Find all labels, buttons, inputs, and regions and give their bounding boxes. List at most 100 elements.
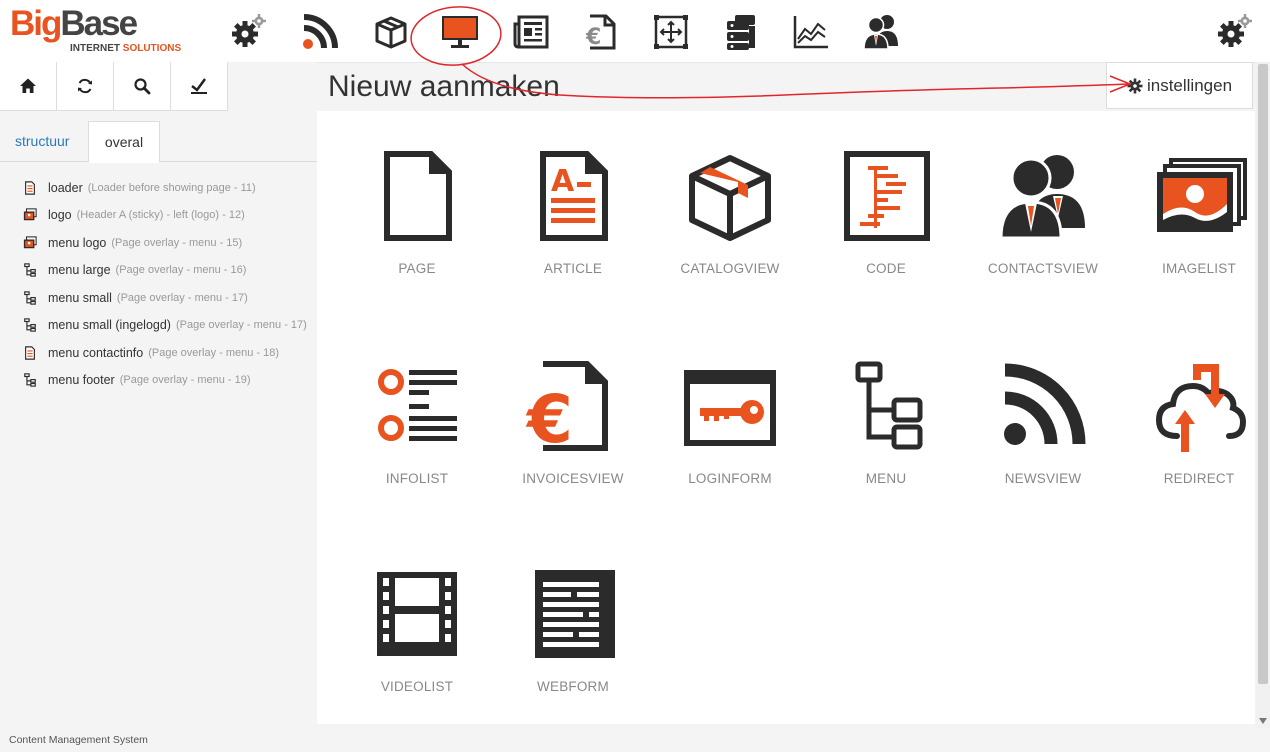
tile-label: IMAGELIST: [1162, 261, 1236, 276]
tree-item[interactable]: menu small (Page overlay - menu - 17): [22, 284, 307, 312]
tile-webform[interactable]: WEBFORM: [495, 529, 635, 699]
tree-item-name: menu large: [48, 263, 111, 278]
tree-item-description: (Page overlay - menu - 16): [115, 264, 247, 277]
monitor-icon[interactable]: [438, 10, 482, 54]
scrollbar-thumb[interactable]: [1258, 64, 1268, 684]
rss-icon[interactable]: [298, 10, 342, 54]
gear-icon: [1127, 78, 1143, 93]
tree-item-name: menu small (ingelogd): [48, 318, 171, 333]
server-icon[interactable]: [719, 10, 763, 54]
tree-tabs: structuur overal: [0, 121, 317, 163]
tile-contactsview[interactable]: CONTACTSVIEW: [965, 111, 1105, 281]
tree-item-description: (Page overlay - menu - 15): [111, 236, 243, 249]
refresh-button[interactable]: [57, 62, 114, 111]
tile-redirect[interactable]: REDIRECT: [1121, 321, 1261, 491]
tile-label: INFOLIST: [385, 471, 449, 486]
search-icon: [134, 78, 151, 95]
tree-item-description: (Page overlay - menu - 19): [119, 374, 251, 387]
footer-text: Content Management System: [9, 734, 148, 746]
svg-text:€: €: [585, 25, 601, 50]
tile-label: INVOICESVIEW: [522, 471, 624, 486]
resize-icon[interactable]: [649, 10, 693, 54]
tile-code[interactable]: CODE: [808, 111, 948, 281]
euro-document-icon[interactable]: €: [578, 10, 622, 54]
tile-videolist[interactable]: VIDEOLIST: [339, 529, 479, 699]
tile-label: WEBFORM: [537, 679, 609, 694]
tree-item[interactable]: menu small (ingelogd) (Page overlay - men…: [22, 312, 307, 340]
cloud-redirect-icon: [1155, 364, 1247, 452]
box-icon[interactable]: [369, 10, 413, 54]
tile-loginform[interactable]: LOGINFORM: [652, 321, 792, 491]
menu-icon: [22, 317, 38, 333]
article-icon: A: [540, 151, 608, 241]
tile-label: CATALOGVIEW: [680, 261, 780, 276]
contacts-icon: [999, 155, 1085, 240]
home-icon: [20, 78, 36, 93]
menu-icon: [22, 290, 38, 306]
tile-label: VIDEOLIST: [380, 679, 454, 694]
tile-page[interactable]: PAGE: [339, 111, 479, 281]
tree-list: loader (Loader before showing page - 11) l…: [22, 174, 307, 394]
tile-newsview[interactable]: NEWSVIEW: [965, 321, 1105, 491]
tile-infolist[interactable]: INFOLIST: [339, 321, 479, 491]
scrollbar[interactable]: [1256, 62, 1270, 728]
tree-item-description: (Header A (sticky) - left (logo) - 12): [76, 209, 245, 222]
refresh-icon: [78, 78, 92, 94]
tile-label: CODE: [866, 261, 906, 276]
logo-tagline: INTERNET SOLUTIONS: [70, 43, 182, 54]
tree-item[interactable]: menu large (Page overlay - menu - 16): [22, 257, 307, 285]
left-panel: structuur overal loader (Loader before sh…: [0, 62, 317, 728]
gear-icon[interactable]: [226, 10, 270, 54]
menu-icon: [22, 372, 38, 388]
svg-text:€: €: [525, 381, 573, 456]
logo-wordmark: BigBase: [10, 4, 138, 43]
key-icon: [684, 370, 776, 446]
check-button[interactable]: [171, 62, 228, 111]
search-button[interactable]: [114, 62, 171, 111]
check-icon: [191, 78, 207, 94]
bigbase-logo[interactable]: BigBase INTERNET SOLUTIONS: [10, 4, 181, 56]
page-icon: [384, 151, 452, 241]
article-icon: [22, 345, 38, 361]
tree-item-name: menu logo: [48, 235, 107, 250]
tree-item[interactable]: menu logo (Page overlay - menu - 15): [22, 229, 307, 257]
left-toolbar: [0, 62, 228, 111]
tree-item-name: logo: [48, 208, 72, 223]
create-new-panel: PAGE A ARTICLE CATALOGVIEW CODE CONTACTS…: [317, 111, 1255, 724]
invoice-icon: €: [525, 361, 608, 456]
tree-item-name: menu footer: [48, 373, 115, 388]
tree-item[interactable]: menu footer (Page overlay - menu - 19): [22, 367, 307, 395]
newspaper-icon[interactable]: [509, 10, 553, 54]
settings-gear-icon[interactable]: [1212, 10, 1256, 54]
tile-label: PAGE: [398, 261, 436, 276]
tree-item[interactable]: logo (Header A (sticky) - left (logo) - 1…: [22, 202, 307, 230]
tile-label: LOGINFORM: [688, 471, 772, 486]
code-icon: [844, 151, 930, 241]
imagelist-icon: [22, 235, 38, 251]
tab-structuur[interactable]: structuur: [15, 121, 69, 161]
tree-item-description: (Page overlay - menu - 17): [116, 291, 248, 304]
tree-item[interactable]: menu contactinfo (Page overlay - menu - 1…: [22, 339, 307, 367]
tile-menu[interactable]: MENU: [808, 321, 948, 491]
settings-label: instellingen: [1146, 75, 1233, 95]
svg-text:A: A: [551, 164, 575, 199]
tree-item-description: (Page overlay - menu - 18): [148, 346, 280, 359]
line-chart-icon[interactable]: [789, 10, 833, 54]
tile-invoicesview[interactable]: € INVOICESVIEW: [495, 321, 635, 491]
tile-catalogview[interactable]: CATALOGVIEW: [652, 111, 792, 281]
tree-item-description: (Page overlay - menu - 17): [175, 319, 307, 332]
webform-icon: [535, 570, 615, 658]
tree-item[interactable]: loader (Loader before showing page - 11): [22, 174, 307, 202]
imagelist-icon: [1157, 158, 1247, 232]
scroll-down-arrow-icon[interactable]: [1259, 718, 1267, 724]
tab-overal[interactable]: overal: [88, 121, 160, 163]
menu-tree-icon: [855, 361, 923, 450]
tile-imagelist[interactable]: IMAGELIST: [1121, 111, 1261, 281]
users-icon[interactable]: [859, 10, 903, 54]
home-button[interactable]: [0, 62, 57, 111]
tile-article[interactable]: A ARTICLE: [495, 111, 635, 281]
page-title: Nieuw aanmaken: [328, 70, 560, 103]
settings-button[interactable]: instellingen: [1106, 62, 1253, 109]
tile-label: REDIRECT: [1163, 471, 1235, 486]
catalog-box-icon: [689, 155, 771, 241]
